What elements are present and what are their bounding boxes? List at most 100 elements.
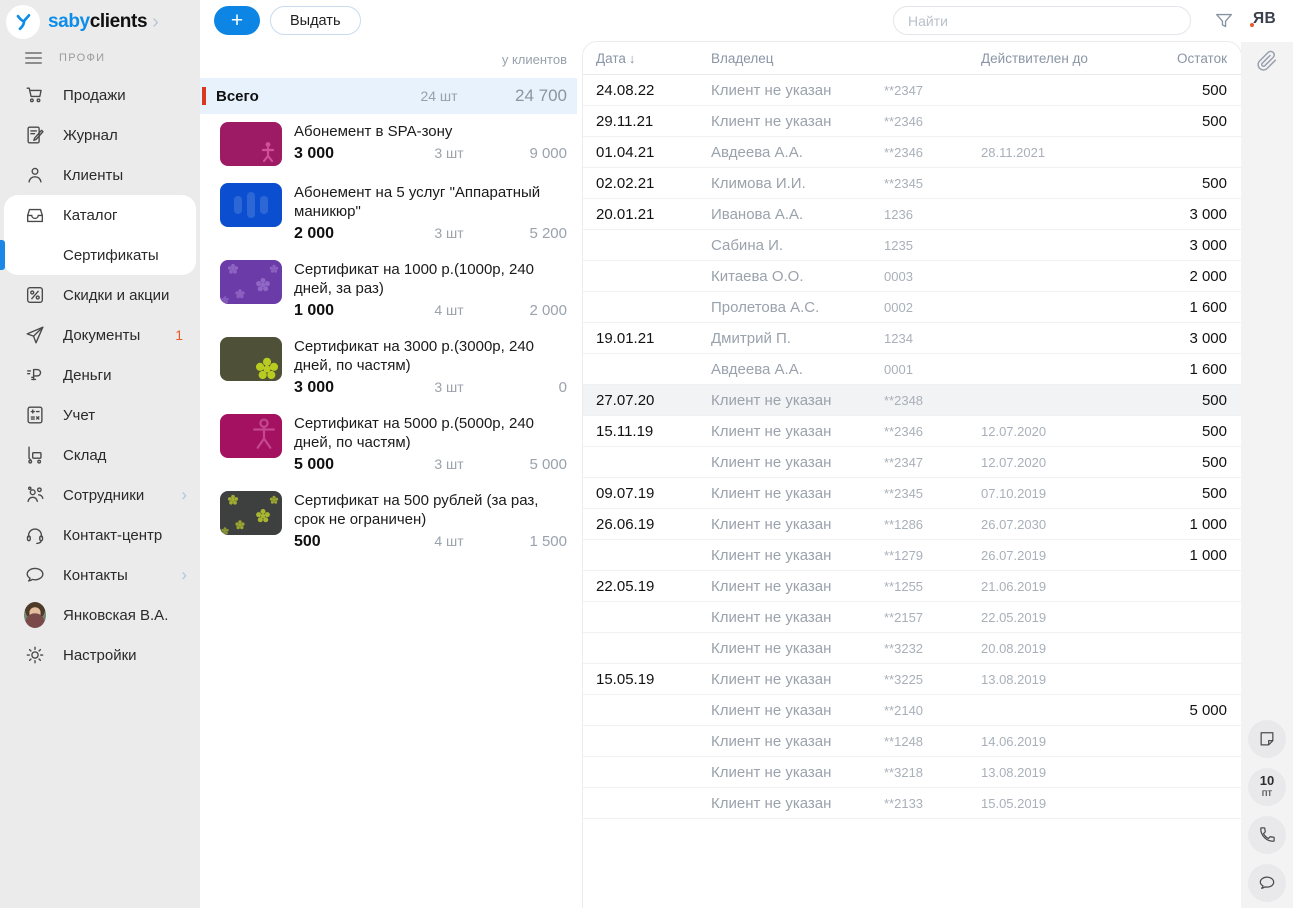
sidebar-item-warehouse[interactable]: Склад bbox=[0, 435, 200, 475]
sidebar-item-journal[interactable]: Журнал bbox=[0, 115, 200, 155]
issue-button[interactable]: Выдать bbox=[270, 6, 361, 35]
table-row[interactable]: Пролетова А.С. 0002 1 600 bbox=[583, 292, 1241, 323]
cart-icon bbox=[24, 84, 46, 106]
cell-valid-until: 13.08.2019 bbox=[981, 672, 1167, 687]
certificate-card[interactable]: Сертификат на 500 рублей (за раз, срок н… bbox=[220, 491, 567, 551]
cell-balance: 500 bbox=[1167, 485, 1227, 502]
certificate-count: 4 шт bbox=[421, 302, 477, 318]
column-date[interactable]: Дата↓ bbox=[596, 51, 711, 66]
table-row[interactable]: 01.04.21 Авдеева А.А. **2346 28.11.2021 bbox=[583, 137, 1241, 168]
sidebar-item-staff[interactable]: Сотрудники › bbox=[0, 475, 200, 515]
cell-owner: Пролетова А.С. bbox=[711, 299, 884, 316]
app-logo[interactable]: sabyclients › bbox=[0, 0, 200, 44]
notes-button[interactable] bbox=[1248, 720, 1286, 758]
table-row[interactable]: 29.11.21 Клиент не указан **2346 500 bbox=[583, 106, 1241, 137]
cell-balance: 5 000 bbox=[1167, 702, 1227, 719]
table-row[interactable]: Клиент не указан **3232 20.08.2019 bbox=[583, 633, 1241, 664]
chevron-right-icon: › bbox=[181, 565, 187, 585]
table-header: Дата↓ Владелец Действителен до Остаток bbox=[583, 42, 1241, 75]
user-initials-badge[interactable]: ЯВ bbox=[1253, 10, 1276, 28]
sidebar-item-money[interactable]: Деньги bbox=[0, 355, 200, 395]
table-row[interactable]: Сабина И. 1235 3 000 bbox=[583, 230, 1241, 261]
sidebar-item-label: Янковская В.А. bbox=[63, 607, 168, 624]
cell-owner: Клиент не указан bbox=[711, 671, 884, 688]
paperclip-icon[interactable] bbox=[1255, 47, 1279, 80]
cell-number: **1248 bbox=[884, 734, 981, 749]
column-owner[interactable]: Владелец bbox=[711, 51, 884, 66]
chat-button[interactable] bbox=[1248, 864, 1286, 902]
sidebar-item-catalog[interactable]: Каталог bbox=[4, 195, 196, 235]
table-row[interactable]: 19.01.21 Дмитрий П. 1234 3 000 bbox=[583, 323, 1241, 354]
warehouse-icon bbox=[24, 444, 46, 466]
certificate-thumbnail bbox=[220, 183, 282, 227]
table-row[interactable]: Клиент не указан **2133 15.05.2019 bbox=[583, 788, 1241, 819]
certificate-card[interactable]: Абонемент на 5 услуг "Аппаратный маникюр… bbox=[220, 183, 567, 243]
add-button[interactable]: + bbox=[214, 6, 260, 35]
sidebar-item-settings[interactable]: Настройки bbox=[0, 635, 200, 675]
phone-button[interactable] bbox=[1248, 816, 1286, 854]
sidebar-item-label: Клиенты bbox=[63, 167, 123, 184]
total-row[interactable]: Всего 24 шт 24 700 bbox=[200, 78, 577, 114]
sidebar-item-discounts[interactable]: Скидки и акции bbox=[0, 275, 200, 315]
sidebar-item-user[interactable]: Янковская В.А. bbox=[0, 595, 200, 635]
table-row[interactable]: Авдеева А.А. 0001 1 600 bbox=[583, 354, 1241, 385]
cell-number: **2133 bbox=[884, 796, 981, 811]
sidebar-item-documents[interactable]: Документы 1 bbox=[0, 315, 200, 355]
table-row[interactable]: Клиент не указан **2347 12.07.2020 500 bbox=[583, 447, 1241, 478]
cell-valid-until: 21.06.2019 bbox=[981, 579, 1167, 594]
cell-balance: 3 000 bbox=[1167, 330, 1227, 347]
certificate-card[interactable]: Сертификат на 1000 р.(1000р, 240 дней, з… bbox=[220, 260, 567, 320]
sidebar-item-sales[interactable]: Продажи bbox=[0, 75, 200, 115]
sidebar-item-certificates[interactable]: Сертификаты bbox=[4, 235, 196, 275]
sidebar-item-label: Учет bbox=[63, 407, 95, 424]
sidebar-item-label: Документы bbox=[63, 327, 140, 344]
org-label[interactable]: ПРОФИ bbox=[59, 52, 105, 64]
gear-icon bbox=[24, 644, 46, 666]
table-row[interactable]: 22.05.19 Клиент не указан **1255 21.06.2… bbox=[583, 571, 1241, 602]
column-valid-until[interactable]: Действителен до bbox=[981, 51, 1167, 66]
cell-valid-until: 14.06.2019 bbox=[981, 734, 1167, 749]
saby-bird-icon bbox=[6, 5, 40, 39]
cell-balance: 1 600 bbox=[1167, 299, 1227, 316]
table-row[interactable]: 24.08.22 Клиент не указан **2347 500 bbox=[583, 75, 1241, 106]
certificate-card[interactable]: Сертификат на 5000 р.(5000р, 240 дней, п… bbox=[220, 414, 567, 474]
selected-indicator bbox=[0, 240, 5, 270]
certificate-card[interactable]: Абонемент в SPA-зону 3 000 3 шт 9 000 bbox=[220, 122, 567, 166]
cell-valid-until: 15.05.2019 bbox=[981, 796, 1167, 811]
cell-number: **2345 bbox=[884, 176, 981, 191]
table-row[interactable]: 27.07.20 Клиент не указан **2348 500 bbox=[583, 385, 1241, 416]
sidebar-item-label: Каталог bbox=[63, 207, 118, 224]
percent-icon bbox=[24, 284, 46, 306]
calendar-button[interactable]: 10 пт bbox=[1248, 768, 1286, 806]
cell-valid-until: 20.08.2019 bbox=[981, 641, 1167, 656]
column-balance[interactable]: Остаток bbox=[1167, 51, 1227, 66]
table-row[interactable]: 15.05.19 Клиент не указан **3225 13.08.2… bbox=[583, 664, 1241, 695]
table-row[interactable]: Китаева О.О. 0003 2 000 bbox=[583, 261, 1241, 292]
filter-funnel-icon[interactable] bbox=[1213, 10, 1235, 32]
table-row[interactable]: Клиент не указан **2157 22.05.2019 bbox=[583, 602, 1241, 633]
certificate-count: 4 шт bbox=[421, 533, 477, 549]
table-row[interactable]: Клиент не указан **1279 26.07.2019 1 000 bbox=[583, 540, 1241, 571]
table-row[interactable]: 02.02.21 Климова И.И. **2345 500 bbox=[583, 168, 1241, 199]
sidebar-item-accounting[interactable]: Учет bbox=[0, 395, 200, 435]
table-row[interactable]: 20.01.21 Иванова А.А. 1236 3 000 bbox=[583, 199, 1241, 230]
cell-number: **2157 bbox=[884, 610, 981, 625]
table-row[interactable]: 15.11.19 Клиент не указан **2346 12.07.2… bbox=[583, 416, 1241, 447]
calendar-day: 10 bbox=[1260, 775, 1274, 787]
certificate-card[interactable]: Сертификат на 3000 р.(3000р, 240 дней, п… bbox=[220, 337, 567, 397]
cell-date: 19.01.21 bbox=[596, 330, 711, 347]
table-row[interactable]: Клиент не указан **1248 14.06.2019 bbox=[583, 726, 1241, 757]
table-row[interactable]: 26.06.19 Клиент не указан **1286 26.07.2… bbox=[583, 509, 1241, 540]
table-row[interactable]: 09.07.19 Клиент не указан **2345 07.10.2… bbox=[583, 478, 1241, 509]
sidebar-item-clients[interactable]: Клиенты bbox=[0, 155, 200, 195]
menu-icon[interactable] bbox=[25, 49, 42, 67]
certificate-count: 3 шт bbox=[421, 225, 477, 241]
table-row[interactable]: Клиент не указан **2140 5 000 bbox=[583, 695, 1241, 726]
calendar-weekday: пт bbox=[1262, 787, 1273, 799]
sidebar-item-label: Скидки и акции bbox=[63, 287, 169, 304]
sidebar-item-contact-center[interactable]: Контакт-центр bbox=[0, 515, 200, 555]
cell-owner: Авдеева А.А. bbox=[711, 361, 884, 378]
sidebar-item-contacts[interactable]: Контакты › bbox=[0, 555, 200, 595]
search-input[interactable] bbox=[893, 6, 1191, 35]
table-row[interactable]: Клиент не указан **3218 13.08.2019 bbox=[583, 757, 1241, 788]
